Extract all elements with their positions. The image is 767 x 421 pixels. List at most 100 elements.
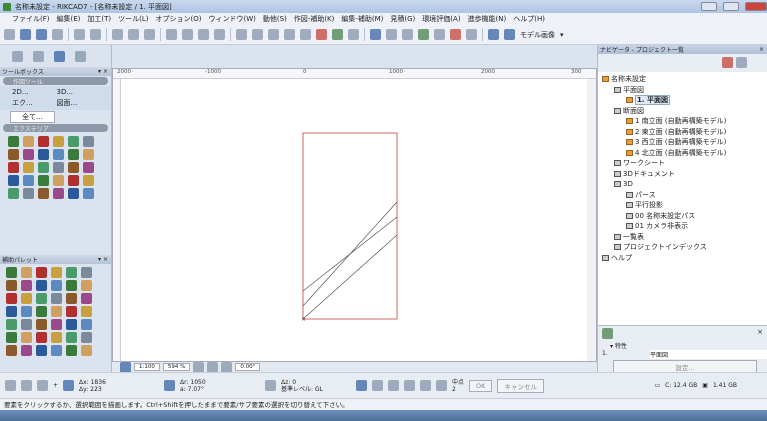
menu-item[interactable]: 動他(S) bbox=[263, 14, 287, 24]
cancel-button[interactable]: キャンセル bbox=[497, 378, 544, 393]
grid-icon[interactable] bbox=[214, 29, 225, 40]
3d-icon[interactable] bbox=[348, 29, 359, 40]
section-view-icon[interactable] bbox=[386, 29, 397, 40]
palette-icon[interactable] bbox=[21, 332, 32, 343]
toolbox-exterior-button[interactable]: エク... bbox=[12, 98, 55, 108]
save-icon[interactable] bbox=[36, 29, 47, 40]
close-icon[interactable]: × bbox=[759, 46, 764, 53]
palette-icon[interactable] bbox=[51, 332, 62, 343]
tool-icon[interactable] bbox=[83, 149, 94, 160]
tool-icon[interactable] bbox=[316, 29, 327, 40]
view-map-icon[interactable] bbox=[736, 57, 747, 68]
tool-icon[interactable] bbox=[8, 149, 19, 160]
palette-icon[interactable] bbox=[21, 267, 32, 278]
fit-icon[interactable] bbox=[300, 29, 311, 40]
menu-item[interactable]: 編集(E) bbox=[57, 14, 81, 24]
menu-item[interactable]: ツール(L) bbox=[118, 14, 148, 24]
close-icon[interactable]: ▾ × bbox=[98, 256, 108, 263]
maximize-button[interactable] bbox=[723, 2, 739, 11]
select-icon[interactable] bbox=[166, 29, 177, 40]
palette-icon[interactable] bbox=[81, 306, 92, 317]
palette-icon[interactable] bbox=[21, 345, 32, 356]
toolbox-3d-button[interactable]: 3D... bbox=[57, 88, 100, 96]
tool-icon[interactable] bbox=[23, 136, 34, 147]
palette-icon[interactable] bbox=[66, 280, 77, 291]
lock-icon[interactable] bbox=[164, 380, 176, 391]
menu-item[interactable]: 加工(T) bbox=[87, 14, 111, 24]
magnify-icon[interactable] bbox=[436, 380, 448, 391]
toolbox-2d-button[interactable]: 2D... bbox=[12, 88, 55, 96]
tool-icon[interactable] bbox=[53, 136, 64, 147]
properties-section[interactable]: ▾ 特性 bbox=[598, 341, 767, 350]
drawing-canvas[interactable]: 2000 -1000 0 1000 2000 300 × bbox=[112, 68, 597, 362]
layer-icon[interactable] bbox=[182, 29, 193, 40]
menu-item[interactable]: ウィンドウ(W) bbox=[209, 14, 256, 24]
palette-icon[interactable] bbox=[21, 306, 32, 317]
palette-icon[interactable] bbox=[66, 345, 77, 356]
tree-item[interactable]: 平行投影 bbox=[602, 200, 763, 211]
menu-item[interactable]: ファイル(F) bbox=[12, 14, 50, 24]
palette-icon[interactable] bbox=[51, 280, 62, 291]
3d-view-icon[interactable] bbox=[504, 29, 515, 40]
palette-icon[interactable] bbox=[81, 267, 92, 278]
search-icon[interactable] bbox=[466, 29, 477, 40]
tool-icon[interactable] bbox=[23, 188, 34, 199]
palette-icon[interactable] bbox=[6, 345, 17, 356]
palette-icon[interactable] bbox=[81, 345, 92, 356]
tool-icon[interactable] bbox=[68, 175, 79, 186]
new-icon[interactable] bbox=[4, 29, 15, 40]
palette-icon[interactable] bbox=[81, 332, 92, 343]
menu-item[interactable]: ヘルプ(H) bbox=[513, 14, 545, 24]
photo-icon[interactable] bbox=[450, 29, 461, 40]
fit-icon[interactable] bbox=[221, 361, 233, 373]
zoom-out-icon[interactable] bbox=[252, 29, 263, 40]
tool-icon[interactable] bbox=[23, 175, 34, 186]
palette-icon[interactable] bbox=[21, 319, 32, 330]
palette-icon[interactable] bbox=[21, 293, 32, 304]
camera-icon[interactable] bbox=[434, 29, 445, 40]
tree-item[interactable]: 名称未設定 bbox=[602, 74, 763, 85]
sheet-icon[interactable] bbox=[402, 29, 413, 40]
marquee-icon[interactable] bbox=[54, 50, 65, 62]
tool-icon[interactable] bbox=[38, 149, 49, 160]
tool-icon[interactable] bbox=[8, 136, 19, 147]
palette-icon[interactable] bbox=[51, 293, 62, 304]
grid-snap-icon[interactable] bbox=[37, 380, 48, 391]
close-icon[interactable] bbox=[5, 380, 16, 391]
palette-icon[interactable] bbox=[36, 280, 47, 291]
paste-icon[interactable] bbox=[144, 29, 155, 40]
palette-icon[interactable] bbox=[6, 306, 17, 317]
2d-view-icon[interactable] bbox=[488, 29, 499, 40]
reference-level[interactable]: 基準レベル: GL bbox=[281, 386, 351, 393]
orbit-icon[interactable] bbox=[284, 29, 295, 40]
view-name-field[interactable]: 平面図 bbox=[650, 350, 767, 359]
tool-icon[interactable] bbox=[8, 188, 19, 199]
plus-icon[interactable]: + bbox=[53, 382, 58, 389]
copy-icon[interactable] bbox=[128, 29, 139, 40]
tool-icon[interactable] bbox=[83, 162, 94, 173]
tree-item[interactable]: ワークシート bbox=[602, 158, 763, 169]
ok-button[interactable]: OK bbox=[469, 379, 493, 392]
palette-icon[interactable] bbox=[51, 306, 62, 317]
tree-item[interactable]: 1. 平面図 bbox=[602, 95, 763, 106]
tool-icon[interactable] bbox=[83, 175, 94, 186]
menu-item[interactable]: 環境評価(A) bbox=[422, 14, 460, 24]
palette-icon[interactable] bbox=[66, 293, 77, 304]
tree-item[interactable]: 4 北立面 (自動再構築モデル) bbox=[602, 148, 763, 159]
tool-icon[interactable] bbox=[68, 149, 79, 160]
texture-icon[interactable] bbox=[418, 29, 429, 40]
tree-item[interactable]: 一覧表 bbox=[602, 232, 763, 243]
tool-icon[interactable] bbox=[83, 188, 94, 199]
tree-item[interactable]: ヘルプ bbox=[602, 253, 763, 264]
tree-item[interactable]: 01 カメラ非表示 bbox=[602, 221, 763, 232]
tree-item[interactable]: 3Dドキュメント bbox=[602, 169, 763, 180]
tool-icon[interactable] bbox=[38, 162, 49, 173]
tool-icon[interactable] bbox=[38, 175, 49, 186]
close-button[interactable] bbox=[745, 2, 767, 11]
tool-icon[interactable] bbox=[8, 175, 19, 186]
palette-icon[interactable] bbox=[66, 319, 77, 330]
tree-item[interactable]: 2 東立面 (自動再構築モデル) bbox=[602, 127, 763, 138]
toolbox-all-button[interactable]: 全て... bbox=[10, 111, 55, 123]
layout-icon[interactable] bbox=[120, 361, 131, 373]
tree-item[interactable]: パース bbox=[602, 190, 763, 201]
